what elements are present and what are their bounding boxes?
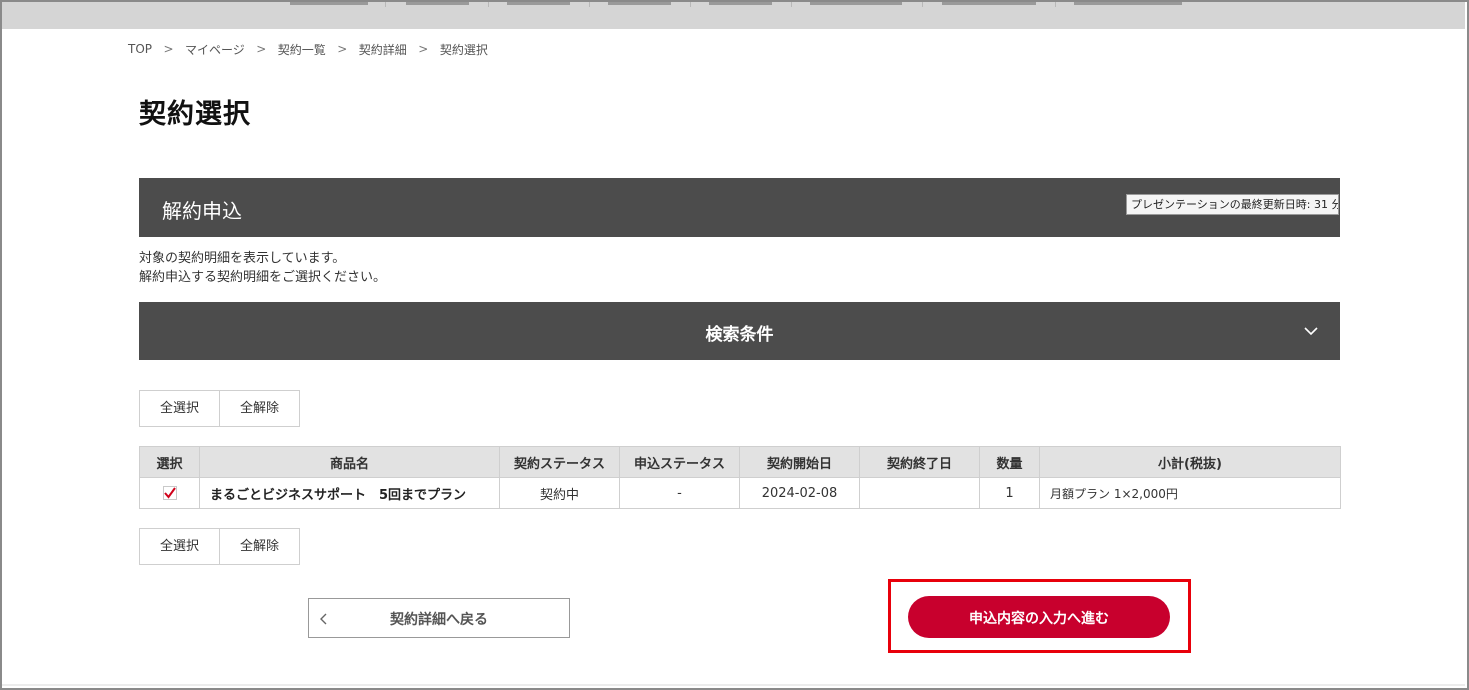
breadcrumb-separator: > <box>418 42 429 56</box>
deselect-all-button[interactable]: 全解除 <box>219 391 299 426</box>
breadcrumb-contract-list[interactable]: 契約一覧 <box>278 41 326 58</box>
column-header: 小計(税抜) <box>1039 446 1341 478</box>
quantity: 1 <box>979 477 1040 509</box>
description-line: 対象の契約明細を表示しています。 <box>139 251 346 266</box>
breadcrumb-separator: > <box>256 42 267 56</box>
column-header: 商品名 <box>199 446 500 478</box>
tooltip: プレゼンテーションの最終更新日時: 31 分前 <box>1126 194 1339 215</box>
description: 対象の契約明細を表示しています。 解約申込する契約明細をご選択ください。 <box>139 249 386 287</box>
checkmark-icon <box>162 486 177 500</box>
breadcrumb-separator: > <box>337 42 348 56</box>
column-header: 申込ステータス <box>619 446 740 478</box>
deselect-all-button[interactable]: 全解除 <box>219 529 299 564</box>
end-date <box>859 477 980 509</box>
next-button-label: 申込内容の入力へ進む <box>969 611 1109 627</box>
breadcrumb-mypage[interactable]: マイページ <box>185 41 245 58</box>
select-cell <box>139 477 200 509</box>
description-line: 解約申込する契約明細をご選択ください。 <box>139 270 387 285</box>
column-header: 数量 <box>979 446 1040 478</box>
start-date: 2024-02-08 <box>739 477 860 509</box>
select-all-button[interactable]: 全選択 <box>140 529 219 564</box>
application-status: - <box>619 477 740 509</box>
table-row: まるごとビジネスサポート 5回までプラン 契約中 - 2024-02-08 1 … <box>139 477 1341 509</box>
chevron-down-icon <box>1304 327 1318 336</box>
search-conditions-title: 検索条件 <box>705 325 774 345</box>
subtotal: 月額プラン 1×2,000円 <box>1039 477 1341 509</box>
selection-button-group-top: 全選択 全解除 <box>139 390 300 427</box>
selection-button-group-bottom: 全選択 全解除 <box>139 528 300 565</box>
contract-table: 選択 商品名 契約ステータス 申込ステータス 契約開始日 契約終了日 数量 小計… <box>139 446 1341 509</box>
product-name: まるごとビジネスサポート 5回までプラン <box>199 477 500 509</box>
breadcrumb-current: 契約選択 <box>439 42 488 57</box>
table-header-row: 選択 商品名 契約ステータス 申込ステータス 契約開始日 契約終了日 数量 小計… <box>139 446 1341 478</box>
column-header: 契約開始日 <box>739 446 860 478</box>
breadcrumb-top[interactable]: TOP <box>128 42 152 56</box>
column-header: 契約終了日 <box>859 446 980 478</box>
breadcrumb-separator: > <box>163 42 174 56</box>
back-button-label: 契約詳細へ戻る <box>390 612 488 628</box>
back-to-contract-detail-button[interactable]: 契約詳細へ戻る <box>308 598 570 638</box>
search-conditions-toggle[interactable]: 検索条件 <box>139 302 1340 360</box>
column-header: 契約ステータス <box>499 446 620 478</box>
proceed-to-application-button[interactable]: 申込内容の入力へ進む <box>908 596 1170 638</box>
page-title: 契約選択 <box>139 99 251 130</box>
section-title: 解約申込 <box>162 199 242 223</box>
breadcrumb-contract-detail[interactable]: 契約詳細 <box>359 41 407 58</box>
bottom-divider <box>2 684 1465 686</box>
contract-status: 契約中 <box>499 477 620 509</box>
breadcrumb: TOP > マイページ > 契約一覧 > 契約詳細 > 契約選択 <box>128 41 488 57</box>
top-navigation-bar <box>2 2 1465 29</box>
select-all-button[interactable]: 全選択 <box>140 391 219 426</box>
column-header: 選択 <box>139 446 200 478</box>
row-checkbox[interactable] <box>162 486 177 500</box>
